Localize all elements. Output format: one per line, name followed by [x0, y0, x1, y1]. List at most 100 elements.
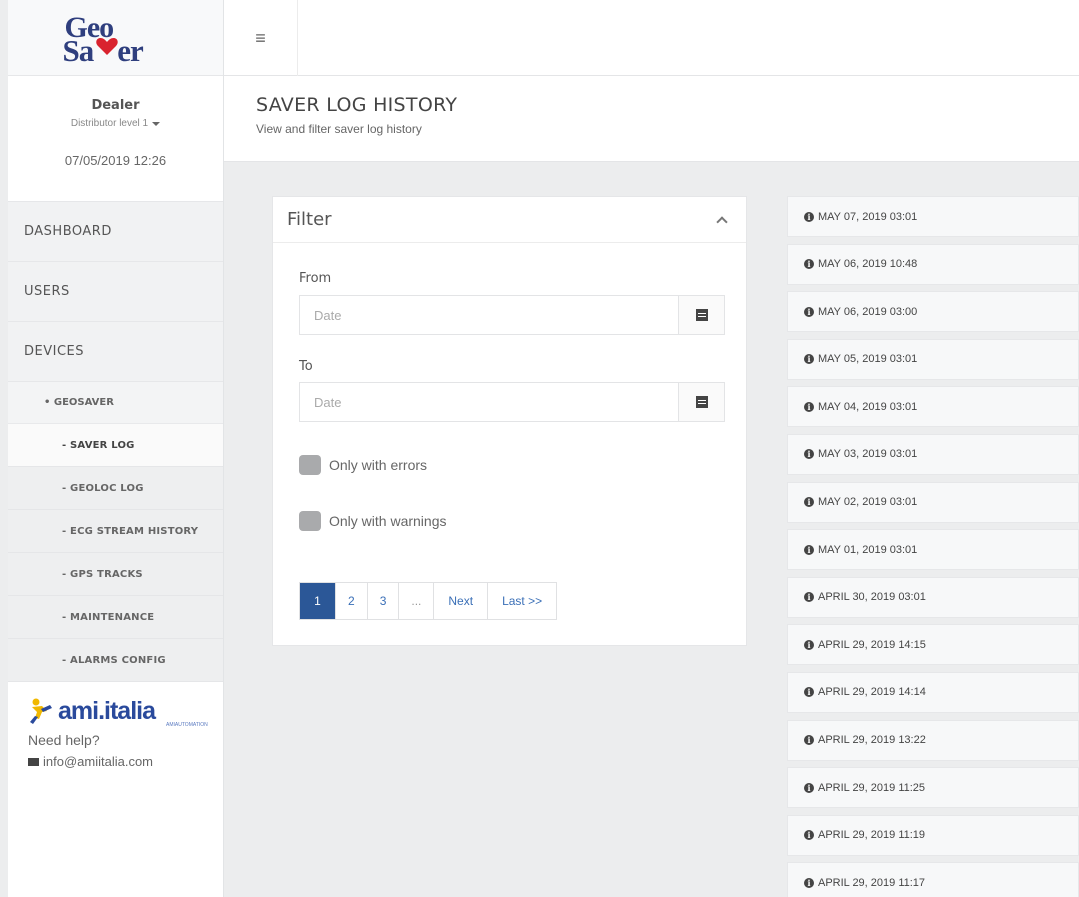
- support-email-link[interactable]: info@amiitalia.com: [28, 754, 223, 769]
- heart-icon: [95, 33, 119, 59]
- info-icon: i: [804, 544, 814, 555]
- menu-ecg-stream-history[interactable]: - ECG STREAM HISTORY: [8, 510, 223, 553]
- log-item[interactable]: i APRIL 30, 2019 03:01: [787, 576, 1079, 618]
- info-icon: i: [804, 687, 814, 698]
- menu-dashboard[interactable]: DASHBOARD: [8, 202, 223, 262]
- log-item[interactable]: i MAY 05, 2019 03:01: [787, 338, 1079, 380]
- logo-area: Geo Sa er: [8, 0, 223, 76]
- menu-alarms-config[interactable]: - ALARMS CONFIG: [8, 639, 223, 682]
- need-help-text: Need help?: [28, 732, 100, 748]
- help-box: ami.italia AMIAUTOMATION Need help? info…: [8, 682, 223, 897]
- hamburger-menu-icon[interactable]: ≡: [224, 0, 298, 76]
- company-name: ami.italia: [58, 696, 156, 725]
- info-icon: i: [804, 306, 814, 317]
- page-title: SAVER LOG HISTORY: [256, 94, 458, 116]
- page-3-button[interactable]: 3: [367, 583, 400, 619]
- log-date: APRIL 29, 2019 11:19: [818, 829, 926, 842]
- info-icon: i: [804, 211, 814, 222]
- menu-saver-log[interactable]: - SAVER LOG: [8, 424, 223, 467]
- pagination: 1 2 3 ... Next Last >>: [299, 582, 558, 620]
- log-date: MAY 02, 2019 03:01: [818, 496, 918, 509]
- log-item[interactable]: i MAY 04, 2019 03:01: [787, 386, 1079, 428]
- log-date: APRIL 29, 2019 11:25: [818, 781, 926, 794]
- log-item[interactable]: i APRIL 29, 2019 13:22: [787, 719, 1079, 761]
- filter-panel: Filter From To Only with errors Only wit…: [272, 196, 747, 646]
- from-date-input[interactable]: [300, 296, 678, 334]
- menu-users[interactable]: USERS: [8, 262, 223, 322]
- only-errors-toggle[interactable]: Only with errors: [299, 455, 427, 475]
- to-date-input[interactable]: [300, 383, 678, 421]
- log-item[interactable]: i MAY 03, 2019 03:01: [787, 433, 1079, 475]
- filter-header[interactable]: Filter: [273, 197, 746, 243]
- from-calendar-button[interactable]: [678, 296, 724, 334]
- log-item[interactable]: i APRIL 29, 2019 11:25: [787, 767, 1079, 809]
- log-item[interactable]: i APRIL 29, 2019 14:15: [787, 624, 1079, 666]
- envelope-icon: [28, 757, 39, 766]
- last-page-button[interactable]: Last >>: [488, 583, 557, 619]
- user-role-label: Distributor level 1: [70, 118, 149, 129]
- from-date-field: [299, 295, 725, 335]
- chevron-up-icon[interactable]: [716, 215, 728, 228]
- log-item[interactable]: i MAY 02, 2019 03:01: [787, 481, 1079, 523]
- info-icon: i: [804, 639, 814, 650]
- menu-geoloc-log[interactable]: - GEOLOC LOG: [8, 467, 223, 510]
- top-bar: ≡: [224, 0, 1079, 76]
- calendar-icon: [695, 396, 708, 408]
- support-email: info@amiitalia.com: [43, 754, 154, 769]
- page-subtitle: View and filter saver log history: [256, 122, 422, 136]
- log-item[interactable]: i MAY 07, 2019 03:01: [787, 196, 1079, 237]
- log-date: MAY 04, 2019 03:01: [818, 400, 918, 413]
- only-warnings-toggle[interactable]: Only with warnings: [299, 511, 447, 531]
- page-ellipsis: ...: [399, 583, 435, 619]
- user-name: Dealer: [91, 98, 140, 113]
- log-item[interactable]: i APRIL 29, 2019 11:19: [787, 814, 1079, 856]
- filter-title: Filter: [287, 209, 332, 230]
- log-item[interactable]: i APRIL 29, 2019 11:17: [787, 862, 1079, 897]
- log-date: MAY 06, 2019 03:00: [818, 305, 918, 318]
- log-item[interactable]: i MAY 06, 2019 10:48: [787, 243, 1079, 285]
- log-date: MAY 01, 2019 03:01: [818, 543, 918, 556]
- log-date: MAY 05, 2019 03:01: [818, 353, 918, 366]
- to-calendar-button[interactable]: [678, 383, 724, 421]
- info-icon: i: [804, 592, 814, 603]
- next-page-button[interactable]: Next: [434, 583, 489, 619]
- user-role-dropdown[interactable]: Distributor level 1: [70, 118, 161, 129]
- log-item[interactable]: i MAY 06, 2019 03:00: [787, 291, 1079, 333]
- only-errors-label: Only with errors: [329, 457, 428, 473]
- sidebar: Geo Sa er Dealer Distributor level 1 07/0…: [8, 0, 224, 897]
- log-date: APRIL 29, 2019 14:14: [818, 686, 926, 699]
- only-errors-checkbox[interactable]: [299, 455, 321, 475]
- info-icon: i: [804, 782, 814, 793]
- to-date-field: [299, 382, 725, 422]
- to-label: To: [299, 359, 313, 374]
- log-date: APRIL 29, 2019 13:22: [818, 734, 926, 747]
- log-date: MAY 03, 2019 03:01: [818, 448, 918, 461]
- only-warnings-checkbox[interactable]: [299, 511, 321, 531]
- info-icon: i: [804, 259, 814, 270]
- info-icon: i: [804, 735, 814, 746]
- info-icon: i: [804, 354, 814, 365]
- info-icon: i: [804, 497, 814, 508]
- log-date: MAY 07, 2019 03:01: [818, 210, 918, 223]
- caret-down-icon: [152, 121, 161, 126]
- user-box: Dealer Distributor level 1 07/05/2019 12…: [8, 76, 223, 202]
- menu-geosaver[interactable]: • GEOSAVER: [8, 382, 223, 424]
- info-icon: i: [804, 830, 814, 841]
- ami-figure-icon: [30, 698, 52, 724]
- info-icon: i: [804, 401, 814, 412]
- menu-gps-tracks[interactable]: - GPS TRACKS: [8, 553, 223, 596]
- log-date: MAY 06, 2019 10:48: [818, 258, 918, 271]
- log-item[interactable]: i MAY 01, 2019 03:01: [787, 529, 1079, 571]
- page-1-button[interactable]: 1: [300, 583, 336, 619]
- geosaver-logo[interactable]: Geo Sa er: [51, 9, 181, 68]
- calendar-icon: [695, 309, 708, 321]
- info-icon: i: [804, 877, 814, 888]
- page-2-button[interactable]: 2: [336, 583, 368, 619]
- info-icon: i: [804, 449, 814, 460]
- menu-devices[interactable]: DEVICES: [8, 322, 223, 382]
- menu-maintenance[interactable]: - MAINTENANCE: [8, 596, 223, 639]
- log-item[interactable]: i APRIL 29, 2019 14:14: [787, 671, 1079, 713]
- log-date: APRIL 29, 2019 14:15: [818, 638, 926, 651]
- only-warnings-label: Only with warnings: [329, 513, 447, 529]
- page-header: SAVER LOG HISTORY View and filter saver …: [224, 76, 1079, 162]
